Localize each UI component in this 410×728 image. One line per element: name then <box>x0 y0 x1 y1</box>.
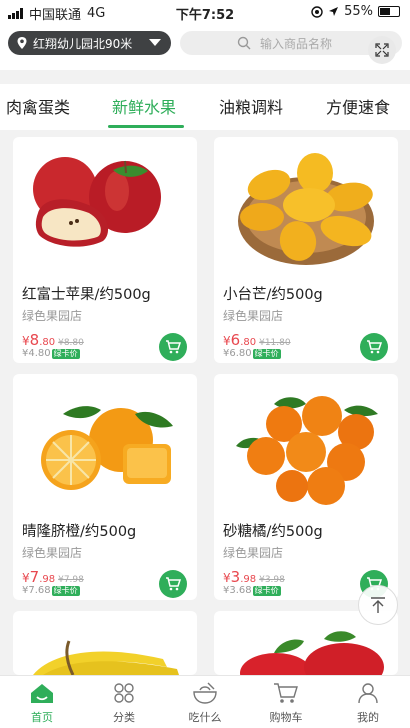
member-price-tag: 绿卡价 <box>252 348 281 359</box>
price-decimal: .98 <box>39 574 56 585</box>
battery-icon <box>378 6 400 17</box>
original-price: ¥8.80 <box>58 338 84 348</box>
nav-mine[interactable]: 我的 <box>328 681 408 725</box>
nav-home-label: 首页 <box>31 711 53 724</box>
member-price: ¥4.80 绿卡价 <box>22 348 80 359</box>
expand-icon <box>375 43 389 57</box>
price-main: 6 <box>230 331 241 349</box>
caret-down-icon <box>149 39 161 46</box>
banana-image <box>33 640 179 675</box>
member-price: ¥3.68 绿卡价 <box>223 585 281 596</box>
nav-category[interactable]: 分类 <box>84 681 164 725</box>
location-arrow-icon <box>329 7 339 16</box>
nav-what-to-eat-label: 吃什么 <box>188 711 222 724</box>
location-selector[interactable]: 红翔幼儿园北90米 <box>8 31 171 55</box>
price-decimal: .80 <box>39 337 56 348</box>
product-card[interactable]: 小台芒/约500g 绿色果园店 ¥6.80 ¥11.80 ¥6.80 绿卡价 <box>214 137 398 363</box>
nav-mine-label: 我的 <box>357 711 379 724</box>
nav-home[interactable]: 首页 <box>2 681 82 725</box>
price: ¥6.80 ¥11.80 <box>223 330 291 349</box>
cart-icon <box>367 340 382 354</box>
member-price-tag: 绿卡价 <box>51 348 80 359</box>
category-tabs: 肉禽蛋类 新鲜水果 油粮调料 方便速食 <box>0 84 410 130</box>
bowl-icon <box>193 682 217 704</box>
currency: ¥ <box>22 334 30 348</box>
mandarin-image <box>236 396 378 505</box>
user-icon <box>358 683 378 704</box>
map-pin-icon <box>17 37 27 49</box>
price: ¥3.98 ¥3.98 <box>223 567 285 586</box>
nav-cart-label: 购物车 <box>269 711 303 724</box>
add-to-cart-button[interactable] <box>159 570 187 598</box>
current-price: 6.80 <box>231 331 256 349</box>
location-text: 红翔幼儿园北90米 <box>33 36 133 51</box>
price-main: 8 <box>29 331 40 349</box>
member-price-value: ¥6.80 <box>223 348 252 359</box>
header: 红翔幼儿园北90米 输入商品名称 <box>0 24 410 70</box>
battery-percent: 55% <box>344 4 373 19</box>
apple-image <box>33 157 161 247</box>
price-decimal: .80 <box>240 337 257 348</box>
member-price-value: ¥3.68 <box>223 585 252 596</box>
price: ¥7.98 ¥7.98 <box>22 567 84 586</box>
member-price-value: ¥7.68 <box>22 585 51 596</box>
product-card[interactable]: 砂糖橘/约500g 绿色果园店 ¥3.98 ¥3.98 ¥3.68 绿卡价 <box>214 374 398 600</box>
original-price: ¥3.98 <box>259 575 285 585</box>
product-card[interactable]: 晴隆脐橙/约500g 绿色果园店 ¥7.98 ¥7.98 ¥7.68 绿卡价 <box>13 374 197 600</box>
product-name: 小台芒/约500g <box>223 287 323 303</box>
current-price: 3.98 <box>231 568 256 586</box>
orientation-lock-icon <box>311 5 323 18</box>
member-price-tag: 绿卡价 <box>51 585 80 596</box>
store-name: 绿色果园店 <box>22 309 83 323</box>
member-price: ¥6.80 绿卡价 <box>223 348 281 359</box>
store-name: 绿色果园店 <box>223 546 284 560</box>
product-name: 晴隆脐橙/约500g <box>22 524 137 540</box>
member-price: ¥7.68 绿卡价 <box>22 585 80 596</box>
cart-icon <box>166 577 181 591</box>
nav-what-to-eat[interactable]: 吃什么 <box>165 681 245 725</box>
grid-icon <box>114 683 134 703</box>
price-main: 3 <box>230 568 241 586</box>
bottom-nav: 首页 分类 吃什么 购物车 我的 <box>0 675 410 728</box>
price: ¥8.80 ¥8.80 <box>22 330 84 349</box>
search-placeholder: 输入商品名称 <box>260 36 333 51</box>
tab-fresh-fruit[interactable]: 新鲜水果 <box>112 94 176 118</box>
arrow-up-icon <box>371 597 385 613</box>
tab-grain-oil[interactable]: 油粮调料 <box>219 94 283 118</box>
currency: ¥ <box>223 334 231 348</box>
product-name: 砂糖橘/约500g <box>223 524 323 540</box>
product-card[interactable]: 红富士苹果/约500g 绿色果园店 ¥8.80 ¥8.80 ¥4.80 绿卡价 <box>13 137 197 363</box>
search-icon <box>237 36 251 50</box>
cart-icon <box>166 340 181 354</box>
original-price: ¥7.98 <box>58 575 84 585</box>
active-tab-indicator <box>108 125 184 128</box>
tab-instant-food[interactable]: 方便速食 <box>326 94 390 118</box>
currency: ¥ <box>223 571 231 585</box>
orange-image <box>41 406 173 490</box>
tab-meat-eggs[interactable]: 肉禽蛋类 <box>6 94 70 118</box>
original-price: ¥11.80 <box>259 338 291 348</box>
currency: ¥ <box>22 571 30 585</box>
product-card[interactable] <box>13 611 197 675</box>
add-to-cart-button[interactable] <box>360 333 388 361</box>
price-decimal: .98 <box>240 574 257 585</box>
member-price-value: ¥4.80 <box>22 348 51 359</box>
price-main: 7 <box>29 568 40 586</box>
current-price: 8.80 <box>30 331 55 349</box>
product-name: 红富士苹果/约500g <box>22 287 151 303</box>
expand-button[interactable] <box>368 36 396 64</box>
status-bar: 中国联通 4G 下午7:52 55% <box>0 0 410 24</box>
store-name: 绿色果园店 <box>223 309 284 323</box>
mango-image <box>238 153 374 265</box>
nav-cart[interactable]: 购物车 <box>246 681 326 725</box>
nav-category-label: 分类 <box>113 711 135 724</box>
back-to-top-button[interactable] <box>358 585 398 625</box>
home-icon <box>31 684 53 703</box>
store-name: 绿色果园店 <box>22 546 83 560</box>
add-to-cart-button[interactable] <box>159 333 187 361</box>
current-price: 7.98 <box>30 568 55 586</box>
cart-icon <box>274 683 298 703</box>
member-price-tag: 绿卡价 <box>252 585 281 596</box>
